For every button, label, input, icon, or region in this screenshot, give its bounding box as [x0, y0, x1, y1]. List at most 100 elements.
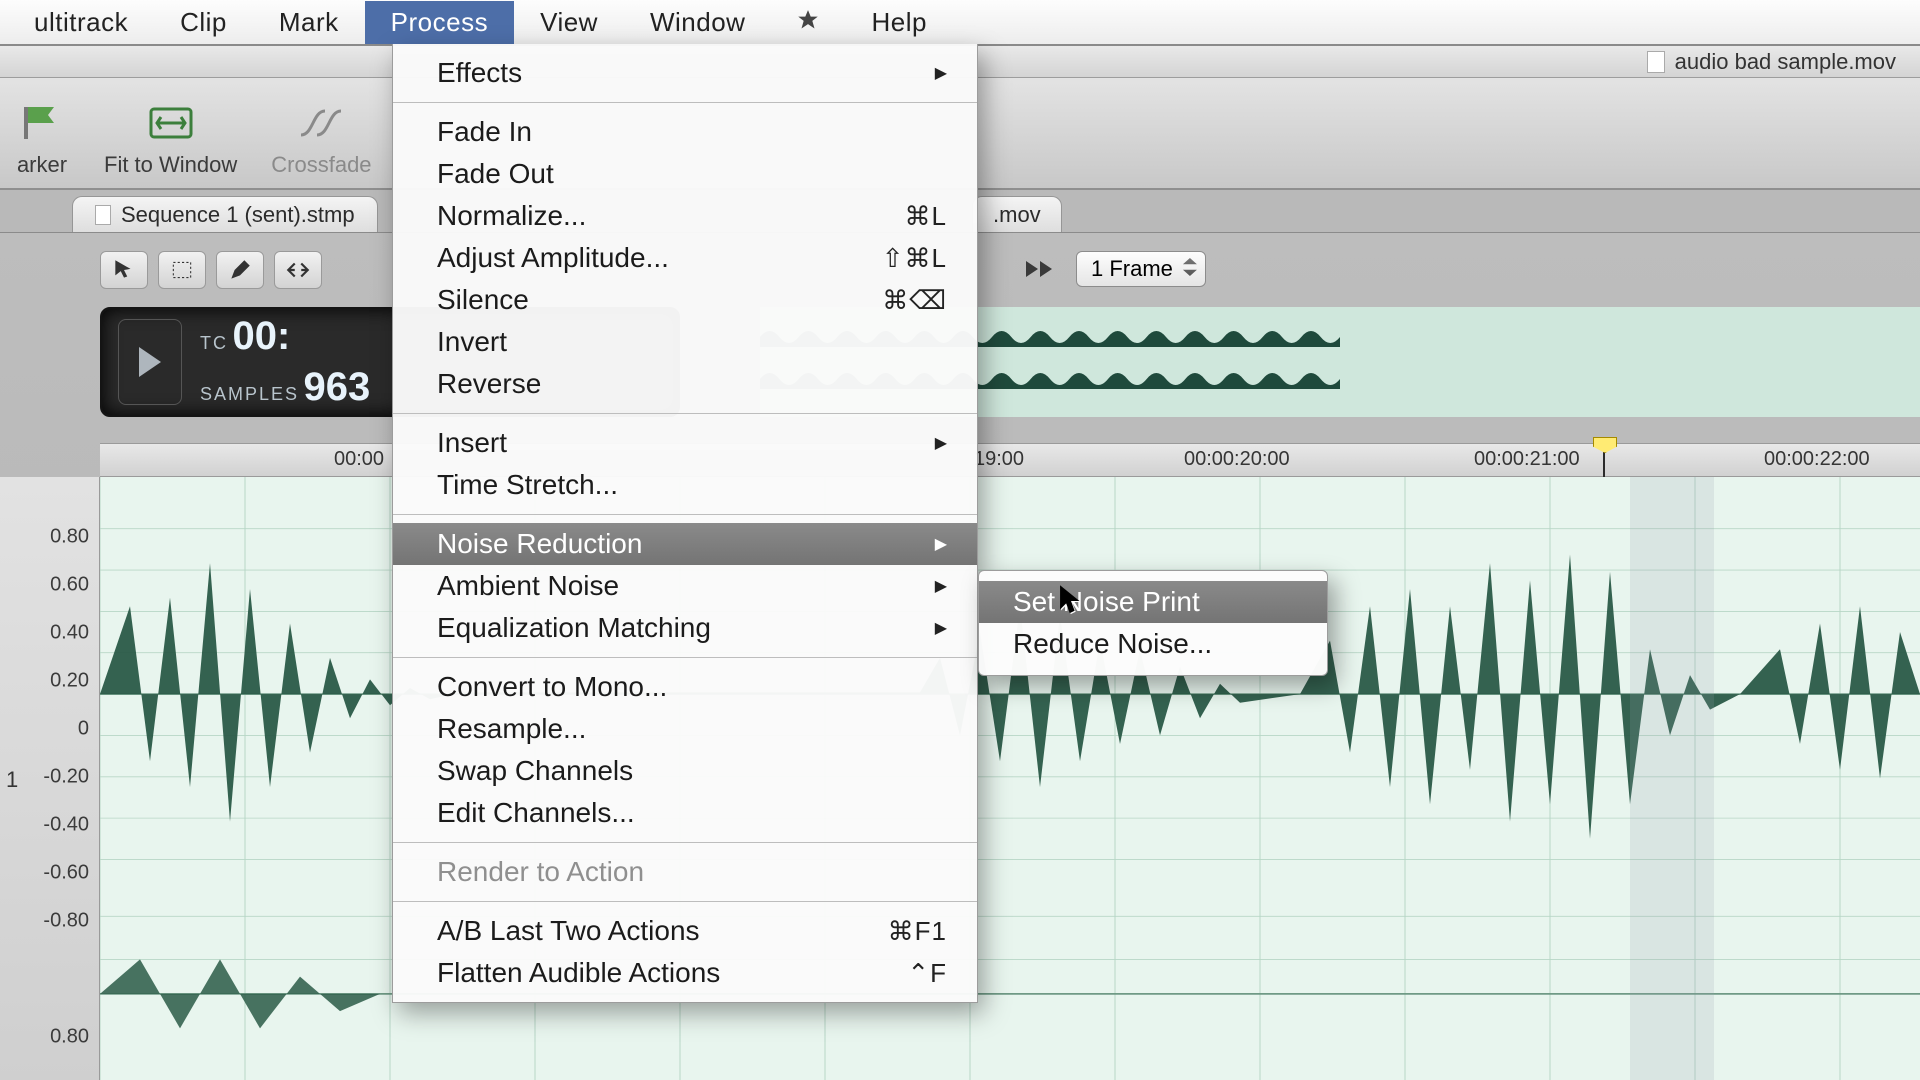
editor-tool-tray	[100, 251, 322, 293]
menu-item-label: Set Noise Print	[1013, 586, 1200, 618]
menu-item-label: Adjust Amplitude...	[437, 242, 669, 274]
ruler-tick-label: 00:00:20:00	[1184, 448, 1290, 471]
axis-label: -0.40	[43, 814, 89, 837]
toolbar-button-label: arker	[17, 152, 67, 178]
process-menu-item[interactable]: Normalize...⌘L	[393, 195, 977, 237]
tab-label: .mov	[993, 202, 1041, 228]
menu-item-label: Effects	[437, 57, 522, 89]
app-spotlight-icon[interactable]	[795, 9, 821, 35]
menu-item-label: Swap Channels	[437, 755, 633, 787]
menu-item-mark[interactable]: Mark	[253, 1, 365, 44]
menu-item-process[interactable]: Process	[365, 1, 514, 44]
process-menu-item[interactable]: Fade Out	[393, 153, 977, 195]
process-menu-item[interactable]: Resample...	[393, 708, 977, 750]
process-menu-item[interactable]: Effects	[393, 52, 977, 94]
menu-item-label: A/B Last Two Actions	[437, 915, 700, 947]
process-menu-item[interactable]: Swap Channels	[393, 750, 977, 792]
menu-item-label: Reduce Noise...	[1013, 628, 1212, 660]
process-menu-item[interactable]: Reverse	[393, 363, 977, 405]
document-icon	[1647, 51, 1665, 73]
ruler-tick-label: 00:00	[334, 448, 384, 471]
frame-step-select[interactable]: 1 Frame	[1076, 251, 1206, 287]
process-menu-item[interactable]: Insert	[393, 422, 977, 464]
menu-item-shortcut: ⌘L	[905, 201, 947, 232]
tab-label: Sequence 1 (sent).stmp	[121, 202, 355, 228]
process-menu-item[interactable]: Edit Channels...	[393, 792, 977, 834]
process-menu-item[interactable]: Silence ⌘⌫	[393, 279, 977, 321]
amplitude-axis: 0.80 0.60 0.40 0.20 0 -0.20 -0.40 -0.60 …	[0, 477, 100, 1080]
process-menu-item[interactable]: Fade In	[393, 111, 977, 153]
menubar: ultitrack Clip Mark Process View Window …	[0, 0, 1920, 46]
ruler-tick-label: 00:00:21:00	[1474, 448, 1580, 471]
menu-item-label: Flatten Audible Actions	[437, 957, 720, 989]
process-menu-item[interactable]: Noise Reduction	[393, 523, 977, 565]
noise-reduction-menu-item[interactable]: Set Noise Print	[979, 581, 1327, 623]
process-menu-item[interactable]: Equalization Matching	[393, 607, 977, 649]
ruler-tick-label: 00:00:22:00	[1764, 448, 1870, 471]
axis-label: 0	[78, 718, 89, 741]
menu-item-shortcut: ⌘F1	[888, 916, 947, 947]
menu-item-label: Invert	[437, 326, 507, 358]
step-forward-icon[interactable]	[1024, 257, 1056, 281]
timeline-ruler[interactable]: 00:00 19:00 00:00:20:00 00:00:21:00 00:0…	[100, 443, 1920, 477]
lcd-tc-value: 00:	[232, 314, 290, 358]
axis-label: 0.80	[50, 1026, 89, 1049]
menu-item-label: Render to Action	[437, 856, 644, 888]
process-menu-item[interactable]: Flatten Audible Actions ⌃F	[393, 952, 977, 994]
axis-label: -0.60	[43, 862, 89, 885]
menu-item-label: Ambient Noise	[437, 570, 619, 602]
frame-step-label: 1 Frame	[1091, 256, 1173, 281]
waveform-view[interactable]	[100, 477, 1920, 1080]
menu-item-help[interactable]: Help	[845, 1, 952, 44]
process-menu-item[interactable]: Adjust Amplitude... ⇧⌘L	[393, 237, 977, 279]
noise-reduction-menu-item[interactable]: Reduce Noise...	[979, 623, 1327, 665]
process-menu-item[interactable]: Convert to Mono...	[393, 666, 977, 708]
tab-mov[interactable]: .mov	[972, 196, 1062, 232]
toolbar-button-fit-to-window[interactable]: Fit to Window	[104, 100, 237, 178]
menu-item-label: Equalization Matching	[437, 612, 711, 644]
menu-item-multitrack[interactable]: ultitrack	[8, 1, 154, 44]
lcd-samples-label: SAMPLES	[200, 384, 299, 404]
process-menu-item[interactable]: Time Stretch...	[393, 464, 977, 506]
menu-item-view[interactable]: View	[514, 1, 624, 44]
menu-item-shortcut: ⌘⌫	[882, 285, 947, 316]
process-menu-item[interactable]: A/B Last Two Actions ⌘F1	[393, 910, 977, 952]
crossfade-icon	[293, 100, 349, 146]
menu-item-window[interactable]: Window	[624, 1, 771, 44]
axis-label: 0.40	[50, 622, 89, 645]
menu-item-shortcut: ⌃F	[907, 958, 947, 989]
document-tabs: Sequence 1 (sent).stmp	[72, 196, 378, 232]
process-menu-item[interactable]: Ambient Noise	[393, 565, 977, 607]
menu-item-clip[interactable]: Clip	[154, 1, 253, 44]
menu-item-shortcut: ⇧⌘L	[882, 243, 947, 274]
ruler-tick-label: 19:00	[974, 448, 1024, 471]
process-menu-item[interactable]: Invert	[393, 321, 977, 363]
menu-item-label: Resample...	[437, 713, 586, 745]
lcd-samples-value: 963	[304, 365, 371, 409]
axis-label: 0.20	[50, 670, 89, 693]
menu-item-label: Silence	[437, 284, 529, 316]
axis-label: -0.80	[43, 910, 89, 933]
mouse-cursor	[1058, 584, 1084, 618]
toolbar-button-crossfade: Crossfade	[271, 100, 371, 178]
channel-number: 1	[6, 767, 18, 793]
menu-item-label: Fade Out	[437, 158, 554, 190]
document-title: audio bad sample.mov	[1647, 49, 1896, 75]
tab-sequence-1[interactable]: Sequence 1 (sent).stmp	[72, 196, 378, 232]
lcd-tc-label: TC	[200, 333, 228, 353]
menu-item-label: Noise Reduction	[437, 528, 642, 560]
process-menu-item: Render to Action	[393, 851, 977, 893]
axis-label: -0.20	[43, 766, 89, 789]
document-icon	[95, 205, 111, 225]
tool-scrub[interactable]	[274, 251, 322, 289]
toolbar-button-marker[interactable]: arker	[14, 100, 70, 178]
menu-item-label: Time Stretch...	[437, 469, 618, 501]
tool-pointer[interactable]	[100, 251, 148, 289]
menu-item-label: Edit Channels...	[437, 797, 635, 829]
tool-pencil[interactable]	[216, 251, 264, 289]
toolbar-button-label: Fit to Window	[104, 152, 237, 178]
document-title-text: audio bad sample.mov	[1675, 49, 1896, 75]
tool-select[interactable]	[158, 251, 206, 289]
menu-item-label: Convert to Mono...	[437, 671, 667, 703]
play-button[interactable]	[118, 319, 182, 405]
